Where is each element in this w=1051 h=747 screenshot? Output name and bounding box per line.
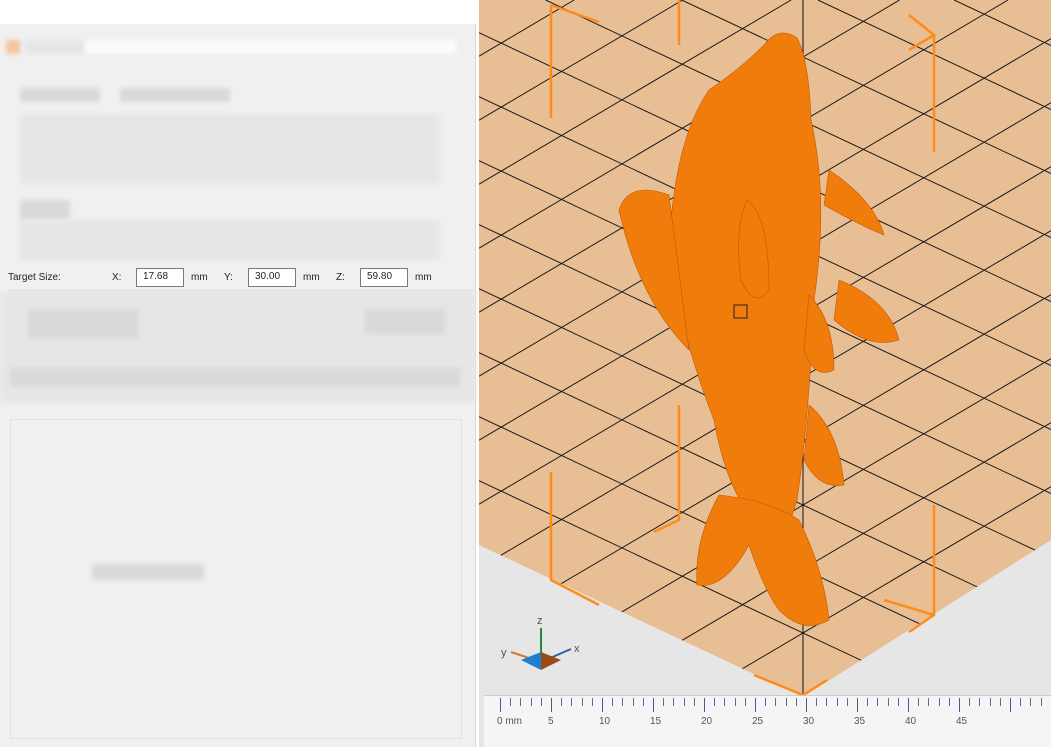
ruler-label: 45	[956, 716, 968, 727]
ruler-tick	[959, 698, 960, 712]
ruler-tick	[632, 698, 634, 706]
ruler-tick	[928, 698, 930, 706]
ruler-tick	[918, 698, 920, 706]
ruler-tick	[704, 698, 705, 712]
z-axis-label: z	[537, 615, 543, 627]
build-plate-scene[interactable]: z y x	[479, 0, 1051, 747]
ruler-tick	[530, 698, 532, 706]
ruler-label: 15	[650, 716, 662, 727]
ruler-tick	[571, 698, 573, 706]
x-label: X:	[112, 272, 122, 283]
ruler: 0 mm 5 10 15 20 25 30 35 40 45	[484, 695, 1051, 747]
ruler-tick	[551, 698, 552, 712]
z-unit: mm	[415, 272, 432, 283]
ruler-tick	[836, 698, 838, 706]
3d-viewport[interactable]: z y x	[479, 0, 1051, 747]
ruler-tick	[795, 698, 797, 706]
ruler-tick	[693, 698, 695, 706]
ruler-label: 20	[701, 716, 713, 727]
blurred-tabs[interactable]	[10, 368, 460, 386]
y-size-input[interactable]: 30.00	[248, 268, 296, 287]
ruler-tick	[857, 698, 858, 712]
x-axis-label: x	[574, 643, 580, 655]
ruler-tick	[653, 698, 654, 712]
ruler-tick	[846, 698, 848, 706]
ruler-tick	[734, 698, 736, 706]
ruler-tick	[765, 698, 767, 706]
y-unit: mm	[303, 272, 320, 283]
blurred-field	[24, 40, 84, 54]
ruler-tick	[683, 698, 685, 706]
ruler-label: 5	[548, 716, 554, 727]
ruler-label: 35	[854, 716, 866, 727]
ruler-tick	[785, 698, 787, 706]
ruler-label: 0 mm	[497, 716, 522, 727]
blurred-button[interactable]	[28, 309, 138, 339]
ruler-tick	[979, 698, 981, 706]
ruler-tick	[612, 698, 614, 706]
ruler-tick	[663, 698, 665, 706]
blurred-label	[120, 88, 230, 102]
ruler-tick	[775, 698, 777, 706]
axis-gizmo: z y x	[501, 615, 580, 670]
target-size-row: Target Size: X: 17.68 mm Y: 30.00 mm Z: …	[8, 265, 474, 291]
ruler-tick	[877, 698, 879, 706]
ruler-tick	[642, 698, 644, 706]
ruler-tick	[744, 698, 746, 706]
gizmo-face-blue	[521, 652, 541, 670]
ruler-tick	[673, 698, 675, 706]
ruler-tick	[989, 698, 991, 706]
ruler-tick	[806, 698, 807, 712]
ruler-tick	[591, 698, 593, 706]
ruler-tick	[500, 698, 501, 712]
ruler-tick	[816, 698, 818, 706]
ruler-tick	[897, 698, 899, 706]
target-size-label: Target Size:	[8, 272, 61, 283]
x-size-input[interactable]: 17.68	[136, 268, 184, 287]
y-axis-label: y	[501, 647, 507, 659]
ruler-tick	[622, 698, 624, 706]
ruler-tick	[602, 698, 603, 712]
ruler-tick	[581, 698, 583, 706]
x-unit: mm	[191, 272, 208, 283]
ruler-tick	[540, 698, 542, 706]
ruler-label: 30	[803, 716, 815, 727]
ruler-tick	[714, 698, 716, 706]
ruler-tick	[755, 698, 756, 712]
ruler-tick	[1020, 698, 1022, 706]
blurred-label	[20, 88, 100, 102]
ruler-tick	[938, 698, 940, 706]
ruler-tick	[520, 698, 522, 706]
ruler-label: 25	[752, 716, 764, 727]
ruler-tick	[999, 698, 1001, 706]
blurred-grid	[20, 114, 440, 184]
blurred-list	[10, 419, 462, 739]
ruler-tick	[724, 698, 726, 706]
blurred-text	[92, 564, 204, 580]
panel-icon	[6, 40, 20, 54]
ruler-label: 10	[599, 716, 611, 727]
settings-panel: Target Size: X: 17.68 mm Y: 30.00 mm Z: …	[0, 24, 476, 747]
ruler-tick	[908, 698, 909, 712]
blurred-label	[20, 200, 70, 220]
ruler-tick	[1040, 698, 1042, 706]
ruler-tick	[1030, 698, 1032, 706]
z-size-input[interactable]: 59.80	[360, 268, 408, 287]
ruler-label: 40	[905, 716, 917, 727]
ruler-tick	[969, 698, 971, 706]
ruler-tick	[887, 698, 889, 706]
blurred-input[interactable]	[86, 40, 456, 54]
blurred-button[interactable]	[365, 309, 445, 334]
ruler-tick	[561, 698, 563, 706]
z-label: Z:	[336, 272, 345, 283]
ruler-tick	[826, 698, 828, 706]
ruler-tick	[948, 698, 950, 706]
blurred-grid	[20, 220, 440, 260]
y-label: Y:	[224, 272, 233, 283]
ruler-tick	[867, 698, 869, 706]
ruler-tick	[1010, 698, 1011, 712]
ruler-tick	[510, 698, 512, 706]
